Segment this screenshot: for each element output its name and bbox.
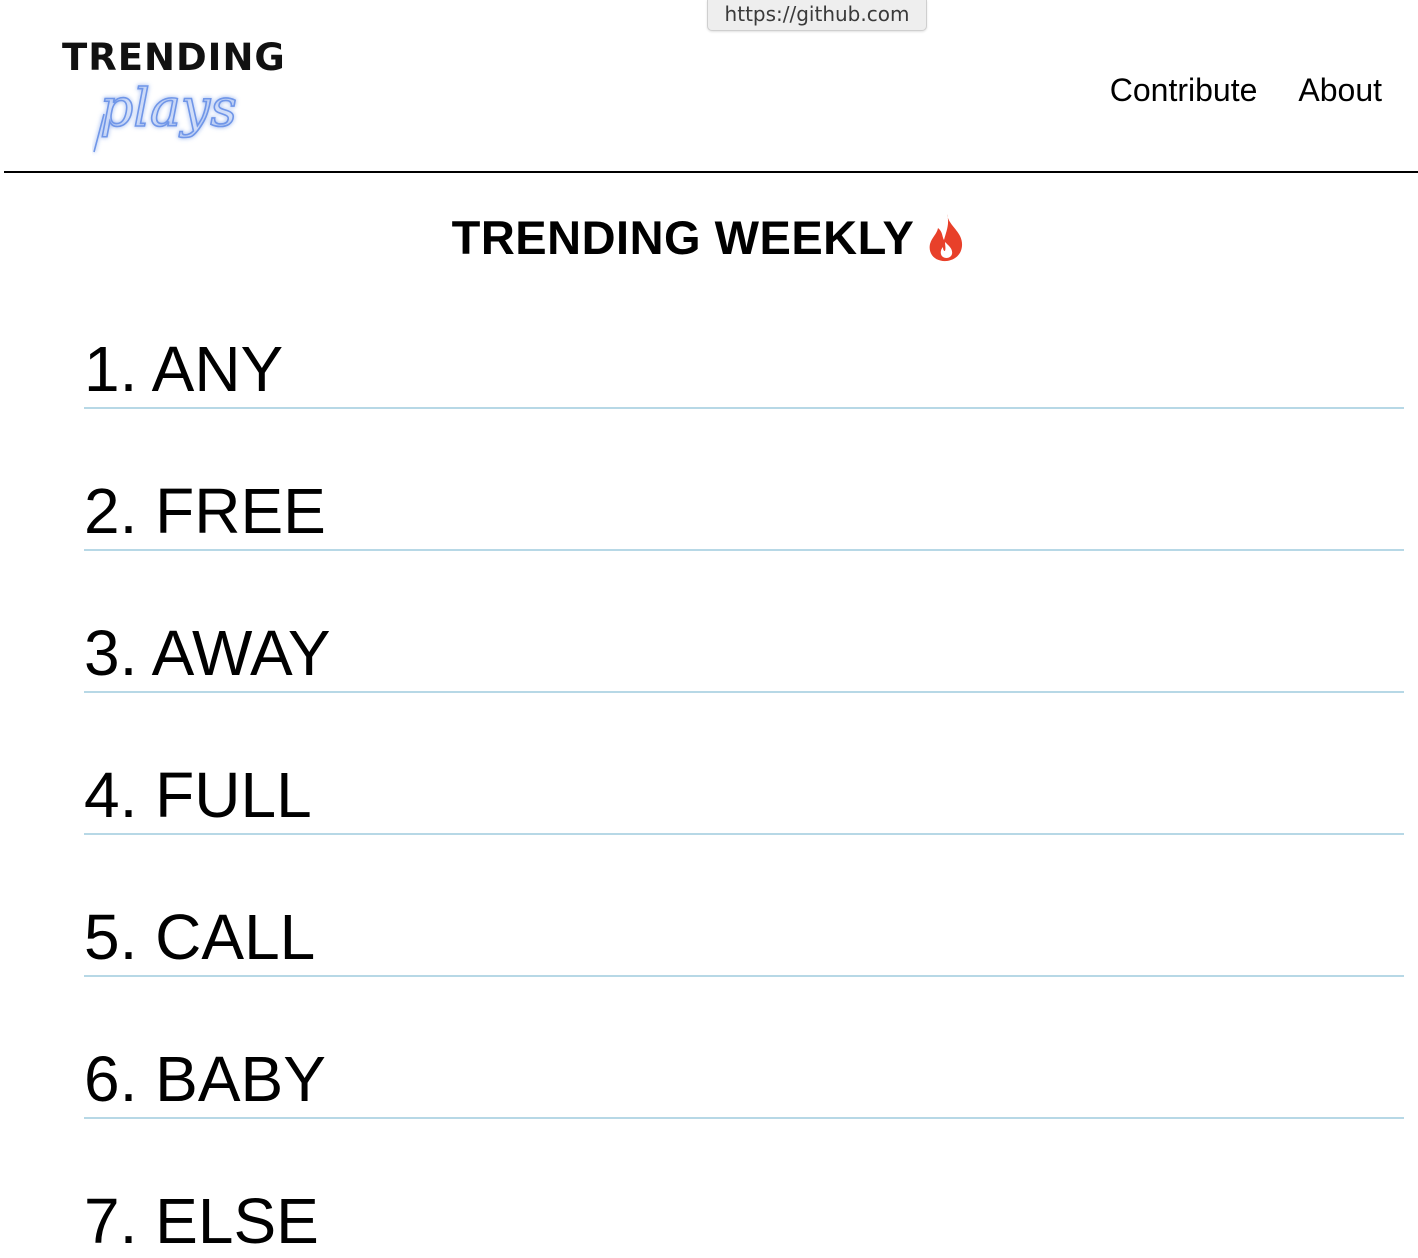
rank-number: 2. [84, 475, 138, 547]
link-url-tooltip: https://github.com [707, 0, 927, 31]
list-item-text: 7. ELSE [84, 1186, 319, 1256]
trending-list: 1. ANY 2. FREE 3. AWAY 4. FULL 5. CALL 6… [84, 284, 1404, 1258]
fire-icon [929, 214, 963, 262]
list-item[interactable]: 6. BABY [84, 994, 1404, 1136]
rank-number: 5. [84, 901, 138, 973]
logo-script-text: plays [100, 79, 237, 139]
rank-number: 4. [84, 759, 138, 831]
list-item[interactable]: 5. CALL [84, 852, 1404, 994]
list-divider [84, 549, 1404, 551]
rank-number: 1. [84, 333, 138, 405]
list-item-text: 6. BABY [84, 1044, 326, 1114]
logo-script-plays: plays [93, 78, 238, 153]
list-item[interactable]: 1. ANY [84, 284, 1404, 426]
logo-wordmark: TRENDING [62, 36, 286, 79]
page-title-text: TRENDING WEEKLY [451, 211, 915, 264]
list-divider [84, 691, 1404, 693]
list-item-text: 1. ANY [84, 334, 283, 404]
nav-about-link[interactable]: About [1298, 70, 1382, 110]
rank-number: 3. [84, 617, 138, 689]
list-item[interactable]: 3. AWAY [84, 568, 1404, 710]
rank-word: FREE [155, 475, 326, 547]
rank-word: BABY [155, 1043, 326, 1115]
page-title: TRENDING WEEKLY [0, 210, 1418, 266]
rank-number: 6. [84, 1043, 138, 1115]
list-item[interactable]: 2. FREE [84, 426, 1404, 568]
rank-word: CALL [155, 901, 316, 973]
rank-word: ANY [151, 333, 284, 405]
site-logo[interactable]: TRENDING plays [62, 36, 322, 162]
list-item[interactable]: 4. FULL [84, 710, 1404, 852]
main-nav: Contribute About [1110, 70, 1382, 110]
rank-number: 7. [84, 1185, 138, 1257]
list-item[interactable]: 7. ELSE [84, 1136, 1404, 1258]
list-divider [84, 833, 1404, 835]
list-divider [84, 407, 1404, 409]
list-item-text: 4. FULL [84, 760, 312, 830]
list-item-text: 3. AWAY [84, 618, 331, 688]
page: https://github.com TRENDING plays Contri… [0, 0, 1418, 1258]
list-item-text: 5. CALL [84, 902, 315, 972]
list-divider [84, 975, 1404, 977]
rank-word: AWAY [151, 617, 331, 689]
rank-word: FULL [155, 759, 312, 831]
nav-contribute-link[interactable]: Contribute [1110, 70, 1258, 110]
list-divider [84, 1117, 1404, 1119]
rank-word: ELSE [155, 1185, 319, 1257]
list-item-text: 2. FREE [84, 476, 326, 546]
